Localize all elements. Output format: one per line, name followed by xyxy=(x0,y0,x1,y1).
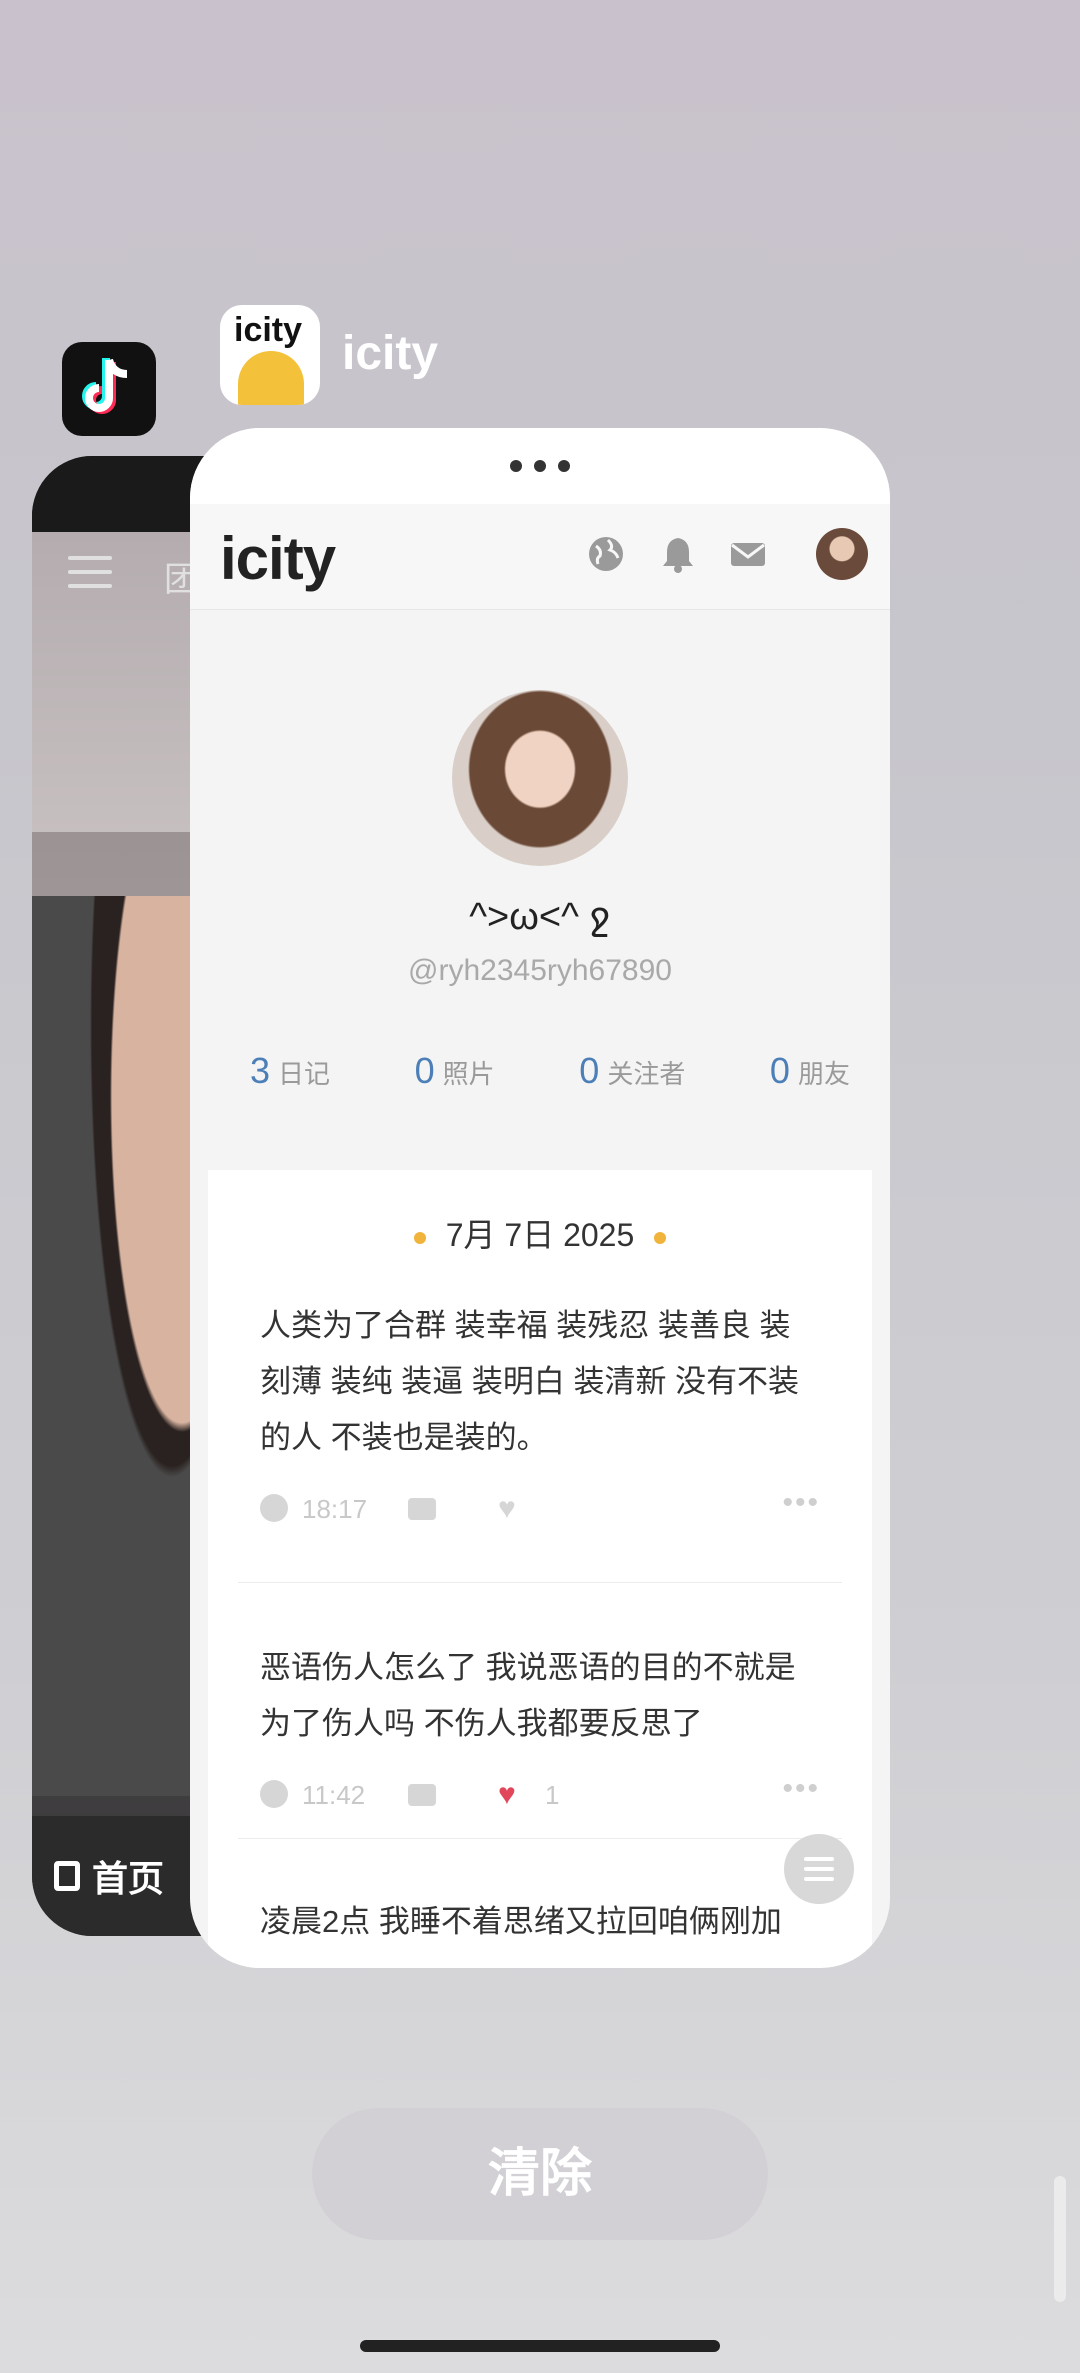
clock-icon xyxy=(260,1494,288,1522)
post-text: 人类为了合群 装幸福 装残忍 装善良 装刻薄 装纯 装逼 装明白 装清新 没有不… xyxy=(260,1308,800,1455)
comment-icon[interactable] xyxy=(408,1784,436,1806)
date-dot xyxy=(654,1231,667,1244)
diary-post[interactable]: 恶语伤人怎么了 我说恶语的目的不就是为了伤人吗 不伤人我都要反思了 11:42 … xyxy=(260,1640,820,1814)
profile-avatar[interactable] xyxy=(452,690,628,866)
icity-app-icon[interactable]: icity xyxy=(220,305,320,405)
clear-all-button[interactable]: 清除 xyxy=(312,2108,768,2240)
stat-label: 照片 xyxy=(442,1059,495,1089)
stat-value: 0 xyxy=(579,1050,600,1091)
heart-icon[interactable]: ♥ xyxy=(498,1778,516,1812)
post-meta: 11:42 ♥ 1 ••• xyxy=(260,1772,820,1814)
card-more-handle[interactable] xyxy=(190,428,890,504)
user-avatar-small[interactable] xyxy=(816,528,868,580)
profile-nickname: ^>ω<^ ջ xyxy=(469,896,611,938)
diary-post[interactable]: 人类为了合群 装幸福 装残忍 装善良 装刻薄 装纯 装逼 装明白 装清新 没有不… xyxy=(260,1298,820,1528)
clock-icon xyxy=(260,1780,288,1808)
stat-value: 0 xyxy=(769,1050,790,1091)
like-count: 1 xyxy=(545,1780,560,1810)
globe-icon[interactable] xyxy=(586,534,626,574)
heart-icon[interactable]: ♥ xyxy=(498,1492,516,1526)
feed-date: 7月 7日 2025 xyxy=(208,1210,872,1256)
app-name: icity xyxy=(342,327,439,380)
icity-logo[interactable]: icity xyxy=(220,524,336,593)
bell-icon[interactable] xyxy=(658,534,698,574)
tiktok-home-label[interactable]: 首页 xyxy=(92,1850,164,1902)
menu-icon[interactable] xyxy=(68,556,112,598)
tiktok-app-icon[interactable] xyxy=(62,342,156,436)
menu-fab[interactable] xyxy=(784,1834,854,1904)
stat-value: 3 xyxy=(250,1050,271,1091)
comment-icon[interactable] xyxy=(408,1498,436,1520)
post-time: 11:42 xyxy=(302,1780,366,1810)
mail-icon[interactable] xyxy=(728,534,768,574)
icity-app-card[interactable]: icity ^>ω<^ ջ @ryh2345ryh67890 3 日记 0 照片 0… xyxy=(190,428,890,1968)
post-divider xyxy=(238,1838,842,1839)
profile-handle: @ryh2345ryh67890 xyxy=(408,954,672,987)
home-icon xyxy=(54,1861,80,1891)
tiktok-logo-icon xyxy=(82,358,128,414)
post-divider xyxy=(238,1582,842,1583)
date-dot xyxy=(413,1231,426,1244)
post-text: 凌晨2点 我睡不着思绪又拉回咱俩刚加 xyxy=(260,1904,782,1939)
diary-post[interactable]: 凌晨2点 我睡不着思绪又拉回咱俩刚加 xyxy=(260,1894,820,1950)
stat-friends[interactable]: 0 朋友 xyxy=(770,1050,850,1092)
post-meta: 18:17 ♥ ••• xyxy=(260,1486,820,1528)
stat-value: 0 xyxy=(414,1050,435,1091)
date-text: 7月 7日 2025 xyxy=(445,1217,635,1253)
diary-feed: 7月 7日 2025 人类为了合群 装幸福 装残忍 装善良 装刻薄 装纯 装逼 … xyxy=(208,1170,872,1968)
mascot-icon xyxy=(238,351,304,405)
post-time: 18:17 xyxy=(302,1494,368,1524)
stat-label: 关注者 xyxy=(607,1059,686,1089)
post-text: 恶语伤人怎么了 我说恶语的目的不就是为了伤人吗 不伤人我都要反思了 xyxy=(260,1650,796,1741)
stat-followers[interactable]: 0 关注者 xyxy=(579,1050,685,1092)
icity-navbar: icity xyxy=(190,504,890,610)
stat-label: 日记 xyxy=(278,1059,331,1089)
more-icon[interactable]: ••• xyxy=(782,1772,820,1806)
home-indicator[interactable] xyxy=(360,2340,720,2352)
stat-label: 朋友 xyxy=(797,1059,850,1089)
scrollbar[interactable] xyxy=(1054,2176,1066,2302)
stat-photos[interactable]: 0 照片 xyxy=(415,1050,495,1092)
stat-diaries[interactable]: 3 日记 xyxy=(250,1050,330,1092)
app-icon-text: icity xyxy=(234,311,303,349)
more-icon[interactable]: ••• xyxy=(782,1486,820,1520)
profile-stats: 3 日记 0 照片 0 关注者 0 朋友 xyxy=(250,1050,850,1092)
